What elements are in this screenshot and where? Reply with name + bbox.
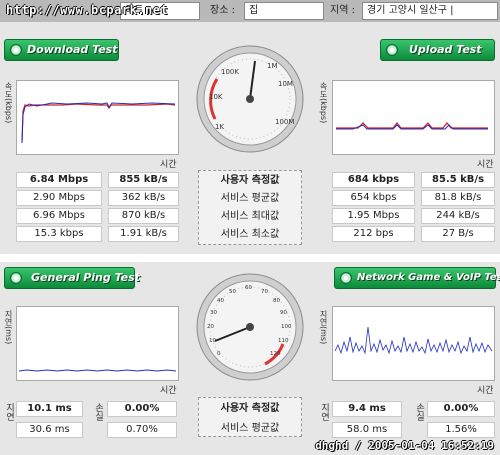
download-series-blue (21, 102, 176, 144)
download-test-button[interactable]: Download Test (4, 39, 119, 61)
download-bytes-3: 1.91 kB/s (108, 226, 179, 242)
gauge-label-1k: 1K (215, 123, 224, 131)
ping-loss-label: 손실 (93, 403, 103, 421)
network-game-voip-test-button[interactable]: Network Game & VoIP Test (334, 267, 500, 289)
ping-gauge-label-90: 90 (280, 310, 287, 316)
ping-gauge-label-40: 40 (217, 298, 224, 304)
ping-gauge-label-30: 30 (210, 310, 217, 316)
ping-user-loss: 0.00% (107, 401, 177, 417)
ping-y-axis-label: 지연(ms) (4, 310, 13, 345)
upload-bytes-3: 27 B/s (421, 226, 495, 242)
download-bytes-2: 870 kB/s (108, 208, 179, 224)
ping-gauge-label-80: 80 (273, 298, 280, 304)
game-loss-label: 손실 (414, 403, 424, 421)
upload-rate-0: 684 kbps (332, 172, 415, 188)
upload-y-axis-label: 속도(kbps) (319, 82, 328, 124)
label-service-avg: 서비스 평균값 (220, 193, 280, 204)
ping-chart-svg (18, 369, 177, 372)
download-rate-3: 15.3 kbps (16, 226, 102, 242)
label-user-measured: 사용자 측정값 (220, 175, 280, 186)
game-x-axis-label: 시간 (477, 386, 494, 396)
ping-gauge-label-0: 0 (217, 351, 221, 357)
game-user-loss: 0.00% (427, 401, 495, 417)
ping-gauge-label-110: 110 (278, 338, 289, 344)
download-rate-2: 6.96 Mbps (16, 208, 102, 224)
ping-gauge: 0 10 20 30 40 50 60 70 80 90 100 110 120 (196, 273, 304, 381)
ping-user-delay: 10.1 ms (16, 401, 83, 417)
ping-series-blue (18, 369, 177, 372)
ping-label-user-measured: 사용자 측정값 (220, 403, 280, 414)
ping-avg-loss: 0.70% (107, 422, 177, 438)
footer-timestamp: dhghd / 2005-01-04 16:52:19 (315, 439, 494, 452)
upload-chart (332, 80, 495, 155)
upload-series-red (336, 122, 488, 129)
place-field: 집 (244, 2, 324, 20)
gauge-label-100k: 100K (221, 68, 239, 76)
ping-label-service-avg: 서비스 평균값 (220, 423, 280, 434)
upload-rate-3: 212 bps (332, 226, 415, 242)
game-chart (332, 306, 495, 381)
region-label: 지역 : (330, 5, 355, 16)
download-chart (16, 80, 179, 155)
upload-bytes-2: 244 kB/s (421, 208, 495, 224)
upload-chart-svg (336, 122, 488, 130)
label-service-min: 서비스 최소값 (220, 229, 280, 240)
ping-gauge-label-120: 120 (270, 351, 281, 357)
region-field: 경기 고양시 일산구 | (362, 2, 498, 20)
download-bytes-1: 362 kB/s (108, 190, 179, 206)
download-chart-svg (21, 102, 176, 144)
ping-delay-label: 지연 (4, 403, 14, 421)
upload-test-button[interactable]: Upload Test (380, 39, 495, 61)
upload-bytes-0: 85.5 kB/s (421, 172, 495, 188)
ping-x-axis-label: 시간 (160, 386, 177, 396)
game-delay-label: 지연 (319, 403, 329, 421)
game-chart-svg (334, 326, 493, 355)
place-label: 장소 : (210, 5, 235, 16)
ping-gauge-label-20: 20 (207, 324, 214, 330)
game-y-axis-label: 지연(ms) (319, 310, 328, 345)
gauge-label-10k: 10K (209, 93, 223, 101)
ping-avg-delay: 30.6 ms (16, 422, 83, 438)
speed-gauge: 100K 1M 10M 100M 10K 1K (196, 45, 304, 153)
general-ping-test-button[interactable]: General Ping Test (4, 267, 140, 289)
download-x-axis-label: 시간 (160, 160, 177, 170)
gauge-label-10m: 10M (278, 80, 293, 88)
top-info-bar: 이트 장소 : 집 지역 : 경기 고양시 일산구 | http://www.b… (0, 0, 500, 22)
gauge-label-100m: 100M (275, 118, 294, 126)
site-watermark: http://www.bcpark.net (6, 3, 169, 17)
game-avg-delay: 58.0 ms (332, 422, 402, 438)
ping-gauge-label-50: 50 (229, 289, 236, 295)
download-rate-1: 2.90 Mbps (16, 190, 102, 206)
ping-gauge-label-100: 100 (281, 324, 292, 330)
ping-gauge-label-70: 70 (261, 289, 268, 295)
speed-panel-divider (0, 254, 500, 262)
download-y-axis-label: 속도(kbps) (4, 82, 13, 124)
ping-chart (16, 306, 179, 381)
upload-bytes-1: 81.8 kB/s (421, 190, 495, 206)
download-series-red (21, 103, 176, 142)
game-avg-loss: 1.56% (427, 422, 495, 438)
ping-gauge-label-60: 60 (245, 285, 252, 291)
game-user-delay: 9.4 ms (332, 401, 402, 417)
label-service-max: 서비스 최대값 (220, 211, 280, 222)
download-bytes-0: 855 kB/s (108, 172, 179, 188)
upload-x-axis-label: 시간 (477, 160, 494, 170)
download-rate-0: 6.84 Mbps (16, 172, 102, 188)
gauge-label-1m: 1M (267, 62, 278, 70)
upload-rate-2: 1.95 Mbps (332, 208, 415, 224)
upload-rate-1: 654 kbps (332, 190, 415, 206)
game-series-blue (334, 326, 493, 355)
